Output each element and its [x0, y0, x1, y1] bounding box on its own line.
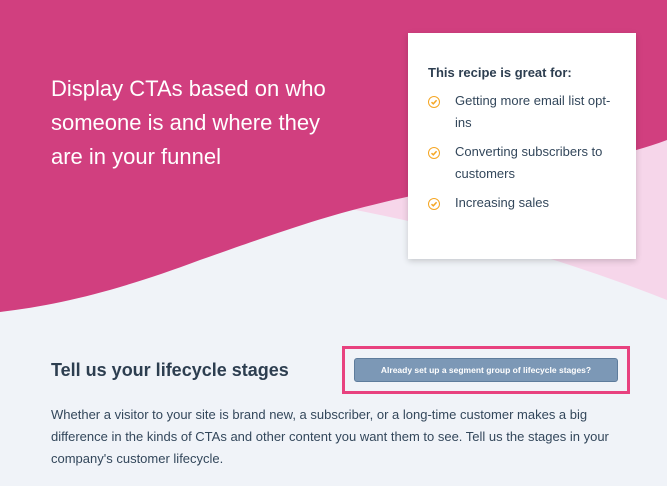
section-description: Whether a visitor to your site is brand … — [51, 407, 609, 466]
benefit-text: Converting subscribers to customers — [455, 144, 603, 181]
check-circle-icon — [428, 96, 440, 108]
section-heading: Tell us your lifecycle stages — [51, 360, 289, 380]
check-circle-icon — [428, 198, 440, 210]
list-item: Getting more email list opt-ins — [428, 93, 620, 134]
list-item: Increasing sales — [428, 195, 620, 214]
benefit-text: Getting more email list opt-ins — [455, 93, 611, 130]
benefit-text: Increasing sales — [455, 195, 549, 210]
recipe-benefits-card: This recipe is great for: Getting more e… — [408, 33, 636, 259]
card-title: This recipe is great for: — [428, 65, 572, 80]
check-circle-icon — [428, 147, 440, 159]
existing-segment-group-button[interactable]: Already set up a segment group of lifecy… — [354, 358, 618, 382]
hero-title: Display CTAs based on who someone is and… — [51, 76, 326, 169]
list-item: Converting subscribers to customers — [428, 144, 620, 185]
